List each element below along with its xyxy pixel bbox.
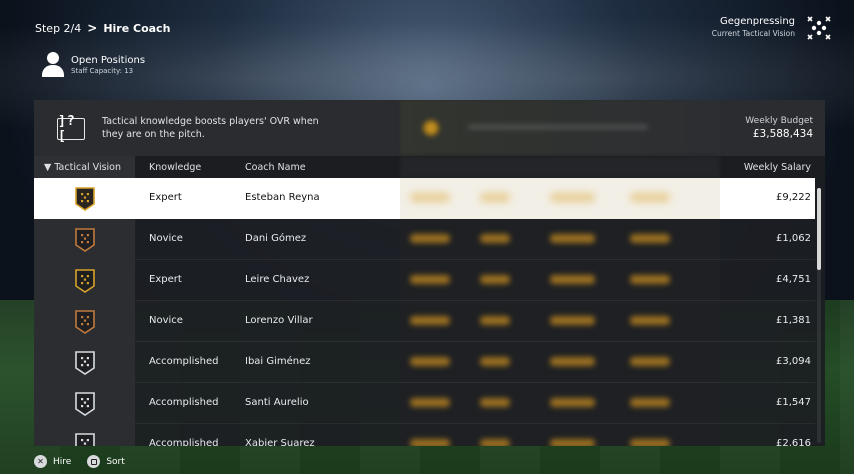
tactical-vision-badge-icon bbox=[74, 350, 95, 375]
tactical-vision-cell bbox=[34, 424, 135, 446]
tactical-vision-badge-icon bbox=[74, 227, 95, 252]
blurred-columns bbox=[400, 156, 720, 178]
weekly-salary: £3,094 bbox=[776, 356, 811, 367]
tactical-vision-badge-icon bbox=[74, 186, 95, 211]
tactical-vision-cell bbox=[34, 219, 135, 260]
coach-row[interactable]: Accomplished Santi Aurelio £1,547 bbox=[34, 383, 815, 424]
column-coach-name[interactable]: Coach Name bbox=[245, 162, 306, 173]
blurred-attributes bbox=[400, 219, 720, 260]
tactical-vision-label: Current Tactical Vision bbox=[711, 29, 795, 38]
knowledge-value: Accomplished bbox=[149, 438, 219, 446]
chevron-right-icon: > bbox=[87, 21, 98, 35]
coach-row[interactable]: Novice Lorenzo Villar £1,381 bbox=[34, 301, 815, 342]
column-tactical-vision[interactable]: ▼ Tactical Vision bbox=[34, 156, 135, 178]
blurred-info-area bbox=[400, 100, 720, 156]
knowledge-value: Accomplished bbox=[149, 397, 219, 408]
tactical-vision-badge-icon bbox=[74, 309, 95, 334]
knowledge-value: Novice bbox=[149, 315, 183, 326]
coach-panel: ]?[ Tactical knowledge boosts players' O… bbox=[34, 100, 825, 446]
scrollbar-thumb[interactable] bbox=[817, 188, 821, 270]
weekly-salary: £9,222 bbox=[776, 192, 811, 203]
tactical-vision-badge-icon bbox=[74, 268, 95, 293]
weekly-salary: £1,547 bbox=[776, 397, 811, 408]
coach-name: Dani Gómez bbox=[245, 233, 307, 244]
scrollbar[interactable] bbox=[817, 188, 821, 443]
knowledge-value: Accomplished bbox=[149, 356, 219, 367]
coach-row[interactable]: Accomplished Ibai Giménez £3,094 bbox=[34, 342, 815, 383]
tactics-info-icon: ]?[ bbox=[57, 114, 85, 144]
step-indicator: Step 2/4 bbox=[35, 21, 82, 35]
sort-action-label[interactable]: Sort bbox=[106, 457, 124, 467]
tactical-vision-badge-icon bbox=[74, 432, 95, 446]
coach-row[interactable]: Accomplished Xabier Suarez £2,616 bbox=[34, 424, 815, 446]
coach-row[interactable]: Novice Dani Gómez £1,062 bbox=[34, 219, 815, 260]
tactical-vision-cell bbox=[34, 301, 135, 342]
breadcrumb: Step 2/4 > Hire Coach bbox=[35, 21, 170, 35]
blurred-attributes bbox=[400, 260, 720, 301]
weekly-budget-label: Weekly Budget bbox=[745, 116, 813, 126]
formation-icon bbox=[807, 16, 831, 40]
knowledge-value: Expert bbox=[149, 192, 182, 203]
knowledge-value: Expert bbox=[149, 274, 182, 285]
coach-name: Ibai Giménez bbox=[245, 356, 311, 367]
blurred-attributes bbox=[400, 178, 720, 219]
coach-name: Lorenzo Villar bbox=[245, 315, 313, 326]
blurred-attributes bbox=[400, 424, 720, 446]
column-knowledge[interactable]: Knowledge bbox=[149, 162, 201, 173]
cross-button-icon[interactable]: ✕ bbox=[34, 455, 47, 468]
weekly-salary: £4,751 bbox=[776, 274, 811, 285]
coach-name: Xabier Suarez bbox=[245, 438, 315, 446]
square-button-icon[interactable] bbox=[87, 455, 101, 468]
tactical-vision-name: Gegenpressing bbox=[719, 16, 795, 27]
coach-name: Esteban Reyna bbox=[245, 192, 320, 203]
coach-row[interactable]: Expert Esteban Reyna £9,222 bbox=[34, 178, 815, 219]
info-bar: ]?[ Tactical knowledge boosts players' O… bbox=[34, 100, 825, 156]
blurred-attributes bbox=[400, 342, 720, 383]
table-header: ▼ Tactical Vision Knowledge Coach Name W… bbox=[34, 156, 825, 178]
weekly-salary: £1,062 bbox=[776, 233, 811, 244]
knowledge-value: Novice bbox=[149, 233, 183, 244]
person-icon bbox=[40, 52, 66, 78]
weekly-salary: £1,381 bbox=[776, 315, 811, 326]
hire-action-label[interactable]: Hire bbox=[53, 457, 71, 467]
coach-row[interactable]: Expert Leire Chavez £4,751 bbox=[34, 260, 815, 301]
blurred-attributes bbox=[400, 301, 720, 342]
coach-name: Santi Aurelio bbox=[245, 397, 309, 408]
current-tactical-vision: Gegenpressing Current Tactical Vision bbox=[712, 16, 795, 38]
column-weekly-salary[interactable]: Weekly Salary bbox=[744, 162, 811, 173]
weekly-budget-value: £3,588,434 bbox=[752, 128, 813, 140]
tactical-vision-cell bbox=[34, 178, 135, 219]
weekly-salary: £2,616 bbox=[776, 438, 811, 446]
tactical-vision-cell bbox=[34, 342, 135, 383]
tactical-vision-cell bbox=[34, 383, 135, 424]
info-message: Tactical knowledge boosts players' OVR w… bbox=[102, 116, 319, 140]
tactical-vision-cell bbox=[34, 260, 135, 301]
page-title: Hire Coach bbox=[103, 21, 171, 35]
weekly-budget: Weekly Budget £3,588,434 bbox=[745, 116, 813, 140]
open-positions: Open Positions Staff Capacity: 13 bbox=[40, 52, 145, 78]
footer-actions: ✕ Hire Sort bbox=[34, 455, 135, 468]
open-positions-title: Open Positions bbox=[71, 55, 146, 66]
staff-capacity: Staff Capacity: 13 bbox=[71, 67, 134, 75]
coach-name: Leire Chavez bbox=[245, 274, 310, 285]
blurred-attributes bbox=[400, 383, 720, 424]
tactical-vision-badge-icon bbox=[74, 391, 95, 416]
